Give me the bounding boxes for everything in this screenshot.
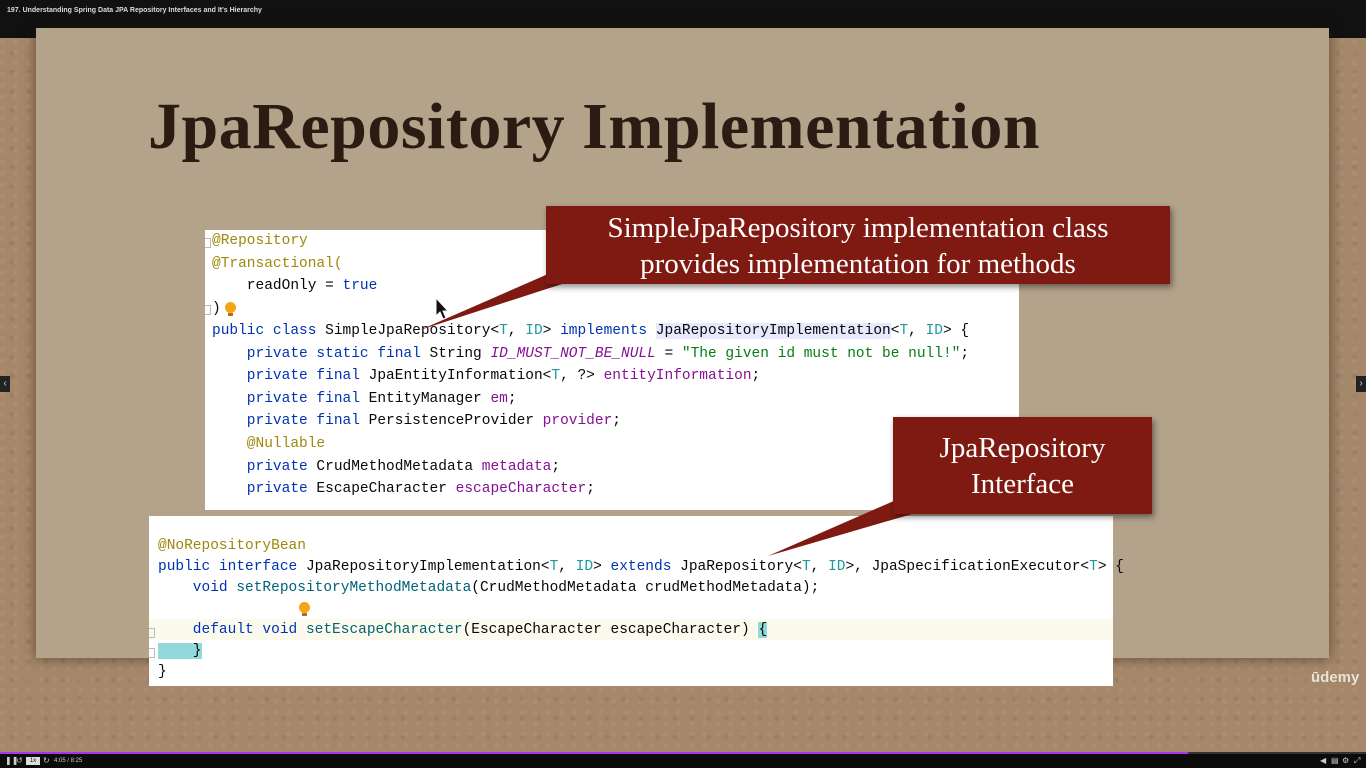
code-line: readOnly = true xyxy=(212,278,378,294)
code-line: private final EntityManager em; xyxy=(212,391,517,407)
time-display: 4:05 / 8:25 xyxy=(54,758,83,764)
volume-icon[interactable]: ◀ xyxy=(1320,756,1326,766)
settings-gear-icon[interactable]: ⚙ xyxy=(1342,756,1349,766)
chevron-left-icon[interactable]: ‹ xyxy=(0,376,10,392)
code-line: } xyxy=(158,664,167,680)
code-line: private static final String ID_MUST_NOT_… xyxy=(212,346,970,362)
code-block-jpa-repository-implementation: @NoRepositoryBean public interface JpaRe… xyxy=(149,516,1124,686)
code-line: public class SimpleJpaRepository<T, ID> … xyxy=(212,323,970,339)
code-line: default void setEscapeCharacter(EscapeCh… xyxy=(158,622,768,638)
udemy-watermark: ūdemy xyxy=(1311,669,1360,686)
fold-marker xyxy=(205,238,211,248)
intention-bulb-icon[interactable] xyxy=(299,602,310,616)
code-line: private CrudMethodMetadata metadata; xyxy=(212,459,561,475)
code-line: private EscapeCharacter escapeCharacter; xyxy=(212,481,595,497)
player-control-bar xyxy=(0,752,1366,768)
code-line: void setRepositoryMethodMetadata(CrudMet… xyxy=(158,580,820,596)
progress-fill xyxy=(0,752,1189,754)
fold-marker xyxy=(205,305,211,315)
chevron-right-icon[interactable]: › xyxy=(1356,376,1366,392)
code-line: @Transactional( xyxy=(212,256,343,272)
callout-line: Interface xyxy=(970,468,1074,500)
transcript-icon[interactable]: ▤ xyxy=(1331,756,1339,766)
intention-bulb-icon[interactable] xyxy=(225,302,236,316)
video-title: 197. Understanding Spring Data JPA Repos… xyxy=(7,7,262,14)
forward-icon[interactable]: ↻ xyxy=(43,756,50,766)
code-line: public interface JpaRepositoryImplementa… xyxy=(158,559,1124,575)
callout-line: provides implementation for methods xyxy=(640,248,1076,280)
callout-jpa-repository-interface: JpaRepository Interface xyxy=(893,417,1152,514)
callout-line: SimpleJpaRepository implementation class xyxy=(607,212,1109,244)
progress-bar[interactable] xyxy=(0,752,1366,754)
code-line: } xyxy=(158,643,202,659)
fold-marker xyxy=(149,628,155,638)
fullscreen-icon[interactable]: ⤢ xyxy=(1354,756,1360,766)
code-line: private final PersistenceProvider provid… xyxy=(212,413,621,429)
code-line: @Repository xyxy=(212,233,308,249)
code-line: @Nullable xyxy=(212,436,326,452)
fold-marker xyxy=(149,648,155,658)
code-line: @NoRepositoryBean xyxy=(158,538,306,554)
code-line: ) xyxy=(212,301,221,317)
rewind-icon[interactable]: ↺ xyxy=(16,756,23,766)
playback-speed-button[interactable]: 1x xyxy=(26,757,40,765)
slide-title: JpaRepository Implementation xyxy=(148,90,1041,163)
callout-line: JpaRepository xyxy=(939,432,1106,464)
code-line: private final JpaEntityInformation<T, ?>… xyxy=(212,368,761,384)
callout-simple-jpa-repository: SimpleJpaRepository implementation class… xyxy=(546,206,1170,284)
